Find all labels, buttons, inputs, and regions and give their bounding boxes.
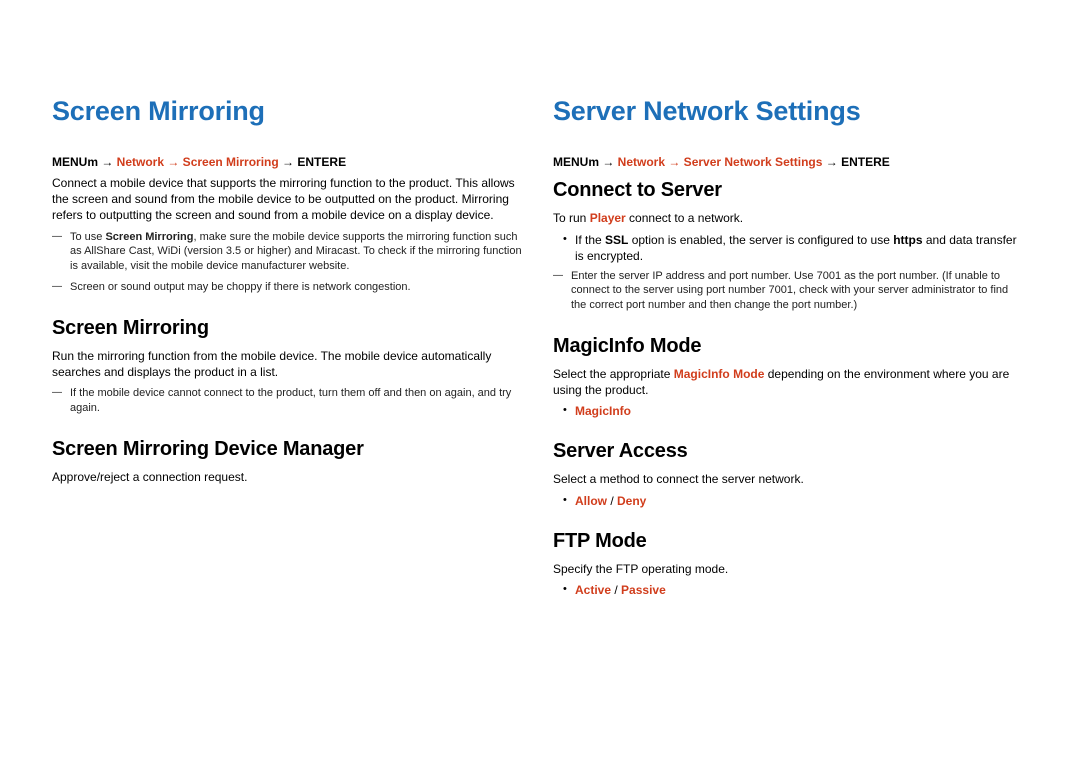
right-column: Server Network Settings MENUm → Network … — [553, 96, 1026, 723]
note-server-ip: Enter the server IP address and port num… — [553, 269, 1026, 314]
note-screen-mirroring-support: To use Screen Mirroring, make sure the m… — [52, 230, 525, 275]
note-cannot-connect: If the mobile device cannot connect to t… — [52, 386, 525, 416]
para-ftp-mode: Specify the FTP operating mode. — [553, 561, 1026, 577]
para-magicinfo: Select the appropriate MagicInfo Mode de… — [553, 366, 1026, 398]
intro-paragraph: Connect a mobile device that supports th… — [52, 175, 525, 224]
para-run-mirroring: Run the mirroring function from the mobi… — [52, 348, 525, 380]
section-title-server-network: Server Network Settings — [553, 96, 1026, 127]
heading-ftp-mode: FTP Mode — [553, 530, 1026, 553]
section-title-screen-mirroring: Screen Mirroring — [52, 96, 525, 127]
heading-magicinfo-mode: MagicInfo Mode — [553, 335, 1026, 358]
option-active-passive: Active / Passive — [553, 583, 1026, 597]
heading-screen-mirroring: Screen Mirroring — [52, 317, 525, 340]
heading-connect-server: Connect to Server — [553, 179, 1026, 202]
para-approve-reject: Approve/reject a connection request. — [52, 469, 525, 485]
para-server-access: Select a method to connect the server ne… — [553, 471, 1026, 487]
note-network-congestion: Screen or sound output may be choppy if … — [52, 280, 525, 295]
heading-server-access: Server Access — [553, 440, 1026, 463]
option-allow-deny: Allow / Deny — [553, 494, 1026, 508]
option-magicinfo: MagicInfo — [553, 404, 1026, 418]
left-column: Screen Mirroring MENUm → Network → Scree… — [52, 96, 525, 723]
para-run-player: To run Player connect to a network. — [553, 210, 1026, 226]
breadcrumb-left: MENUm → Network → Screen Mirroring → ENT… — [52, 155, 525, 169]
heading-device-manager: Screen Mirroring Device Manager — [52, 438, 525, 461]
breadcrumb-right: MENUm → Network → Server Network Setting… — [553, 155, 1026, 169]
bullet-ssl: If the SSL option is enabled, the server… — [553, 232, 1026, 264]
